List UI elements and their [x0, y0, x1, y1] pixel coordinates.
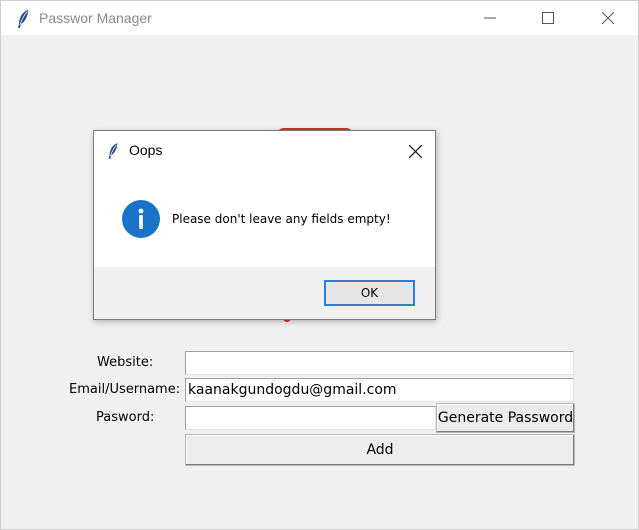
- feather-icon: [107, 142, 119, 164]
- ok-button[interactable]: OK: [324, 280, 415, 306]
- close-icon: [408, 144, 422, 158]
- title-bar[interactable]: Passwor Manager: [1, 1, 638, 35]
- minimize-button[interactable]: [467, 1, 513, 35]
- website-input[interactable]: [185, 351, 574, 375]
- maximize-button[interactable]: [525, 1, 571, 35]
- close-button[interactable]: [585, 1, 631, 35]
- add-button[interactable]: Add: [185, 434, 575, 466]
- password-input[interactable]: [185, 406, 436, 430]
- dialog-title: Oops: [129, 142, 163, 158]
- close-icon: [602, 12, 614, 24]
- dialog-footer: OK: [94, 267, 435, 319]
- feather-icon: [16, 9, 30, 33]
- generate-password-button[interactable]: Generate Password: [436, 403, 575, 433]
- password-label: Pasword:: [96, 410, 155, 425]
- email-label: Email/Username:: [69, 382, 181, 397]
- dialog-message: Please don't leave any fields empty!: [172, 212, 391, 226]
- window-title: Passwor Manager: [39, 10, 152, 26]
- dialog-body: Please don't leave any fields empty!: [94, 171, 435, 267]
- minimize-icon: [484, 17, 496, 19]
- website-label: Website:: [97, 355, 154, 370]
- oops-dialog: Oops Please don't leave any fields empty…: [93, 130, 436, 320]
- email-input[interactable]: [185, 378, 574, 402]
- dialog-close-button[interactable]: [400, 139, 430, 163]
- maximize-icon: [542, 12, 554, 24]
- info-icon: [122, 200, 160, 238]
